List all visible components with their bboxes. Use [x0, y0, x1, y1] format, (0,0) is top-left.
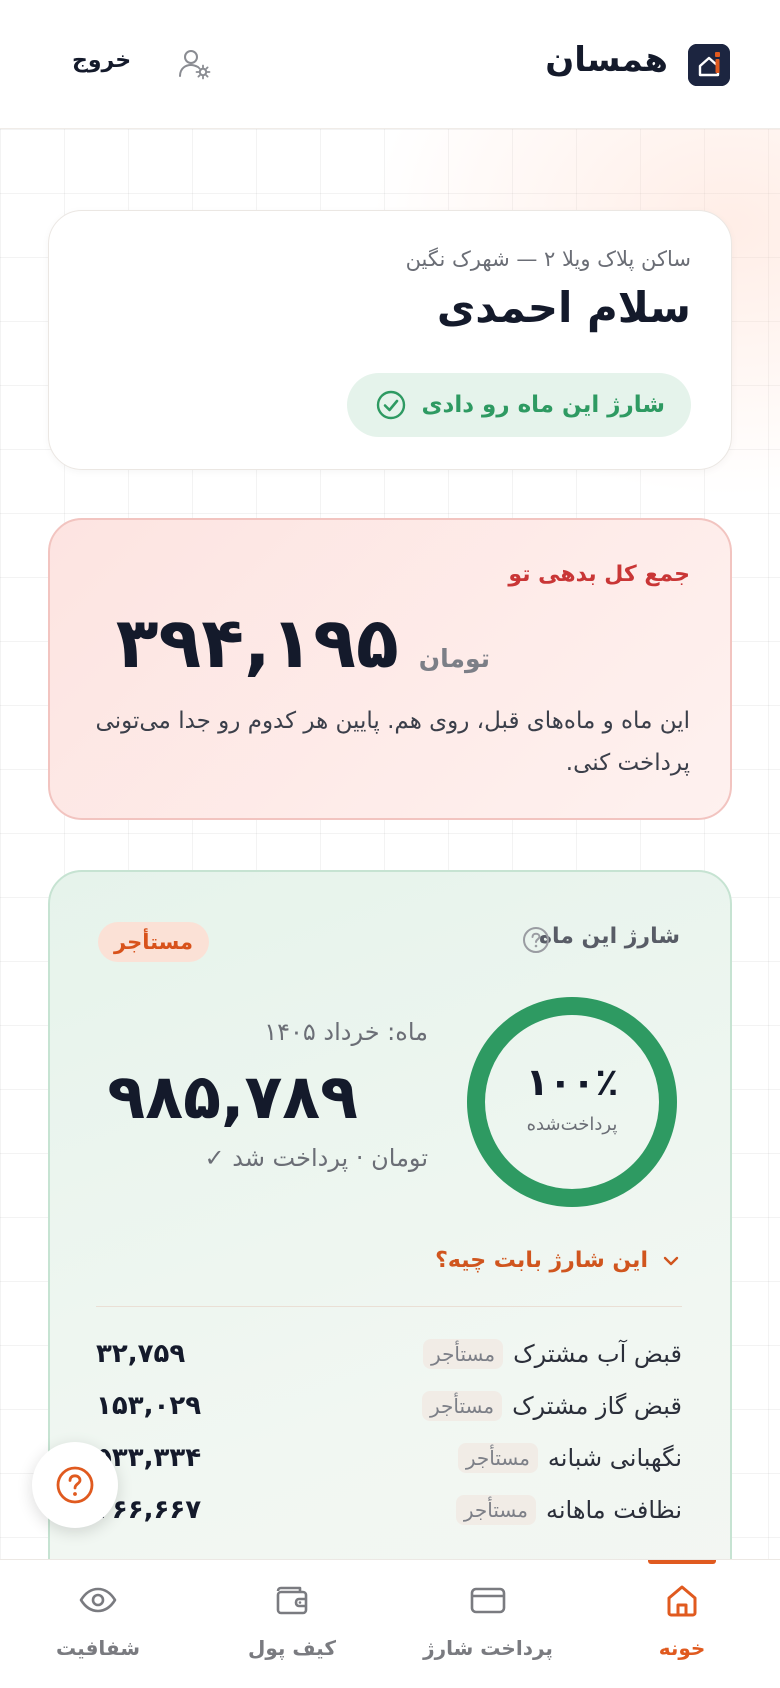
paid-status-text: شارژ این ماه رو دادی — [421, 392, 665, 418]
eye-icon — [79, 1587, 117, 1613]
charge-amount: ۹۸۵,۷۸۹ — [107, 1060, 358, 1133]
nav-label-pay-charge: پرداخت شارژ — [423, 1636, 553, 1660]
credit-card-icon — [470, 1587, 506, 1614]
nav-item-pay-charge[interactable]: پرداخت شارژ — [403, 1560, 573, 1688]
item-name: قبض آب مشترک — [513, 1340, 682, 1368]
app-logo-icon — [688, 44, 730, 86]
item-tag: مستأجر — [455, 1495, 536, 1525]
debt-unit: تومان — [418, 644, 490, 673]
total-debt-card: جمع کل بدهی تو ۳۹۴,۱۹۵ تومان این ماه و م… — [48, 518, 732, 820]
resident-address: ساکن پلاک ویلا ۲ — شهرک نگین — [405, 247, 691, 271]
user-settings-icon[interactable] — [176, 46, 212, 82]
list-item: قبض گاز مشترک مستأجر ۱۵۳,۰۲۹ — [96, 1380, 682, 1432]
item-amount: ۳۲,۷۵۹ — [96, 1339, 186, 1369]
item-tag: مستأجر — [457, 1443, 538, 1473]
debt-amount-row: ۳۹۴,۱۹۵ تومان — [116, 602, 490, 684]
debt-amount: ۳۹۴,۱۹۵ — [115, 602, 399, 684]
help-circle-icon — [56, 1466, 94, 1504]
charge-label: شارژ این ماه — [538, 924, 680, 949]
breakdown-toggle-label: این شارژ بابت چیه؟ — [435, 1248, 648, 1273]
greeting-title: سلام احمدی — [436, 283, 691, 332]
nav-item-home[interactable]: خونه — [597, 1560, 767, 1688]
help-circle-icon[interactable] — [522, 926, 550, 954]
charge-breakdown-list: قبض آب مشترک مستأجر ۳۲,۷۵۹ قبض گاز مشترک… — [96, 1328, 682, 1536]
nav-item-transparency[interactable]: شفافیت — [13, 1560, 183, 1688]
breakdown-toggle[interactable]: این شارژ بابت چیه؟ — [435, 1248, 682, 1273]
item-tag: مستأجر — [421, 1391, 503, 1421]
progress-percent: ۱۰۰٪ — [525, 1060, 619, 1104]
wallet-icon — [276, 1586, 308, 1615]
charge-month: ماه: خرداد ۱۴۰۵ — [264, 1018, 428, 1046]
help-fab-button[interactable] — [32, 1442, 118, 1528]
paid-status-badge: شارژ این ماه رو دادی — [347, 373, 691, 437]
progress-label: پرداخت‌شده — [526, 1114, 618, 1135]
payment-progress-ring: ۱۰۰٪ پرداخت‌شده — [464, 994, 680, 1210]
home-icon — [667, 1585, 697, 1617]
item-tag: مستأجر — [423, 1339, 504, 1369]
active-indicator — [648, 1560, 716, 1564]
nav-item-wallet[interactable]: کیف پول — [207, 1560, 377, 1688]
welcome-card: ساکن پلاک ویلا ۲ — شهرک نگین سلام احمدی … — [48, 210, 732, 470]
item-name: نگهبانی شبانه — [547, 1444, 682, 1472]
bottom-navigation: خونه پرداخت شارژ کیف پول شفافیت — [0, 1559, 780, 1688]
chevron-down-icon — [663, 1256, 679, 1265]
breakdown-divider — [96, 1306, 682, 1307]
charge-payment-status: تومان · پرداخت شد ✓ — [204, 1144, 428, 1172]
debt-title: جمع کل بدهی تو — [508, 562, 690, 587]
list-item: نظافت ماهانه مستأجر ۲۶۶,۶۶۷ — [96, 1484, 682, 1536]
check-circle-icon — [377, 390, 406, 420]
nav-label-home: خونه — [658, 1636, 706, 1660]
nav-label-transparency: شفافیت — [55, 1636, 140, 1660]
list-item: نگهبانی شبانه مستأجر ۵۳۳,۳۳۴ — [96, 1432, 682, 1484]
item-name: نظافت ماهانه — [545, 1496, 682, 1524]
item-amount: ۱۵۳,۰۲۹ — [96, 1391, 202, 1421]
nav-label-wallet: کیف پول — [248, 1636, 336, 1660]
app-name: همسان — [545, 40, 668, 80]
list-item: قبض آب مشترک مستأجر ۳۲,۷۵۹ — [96, 1328, 682, 1380]
logout-button[interactable]: خروج — [72, 48, 131, 73]
item-name: قبض گاز مشترک — [512, 1392, 682, 1420]
debt-description: این ماه و ماه‌های قبل، روی هم. پایین هر … — [95, 708, 690, 776]
app-screen: همسان خروج ساکن پلاک ویلا ۲ — شهرک نگین … — [0, 0, 780, 1688]
tenant-badge: مستأجر — [98, 922, 210, 962]
app-header: همسان خروج — [0, 0, 780, 129]
